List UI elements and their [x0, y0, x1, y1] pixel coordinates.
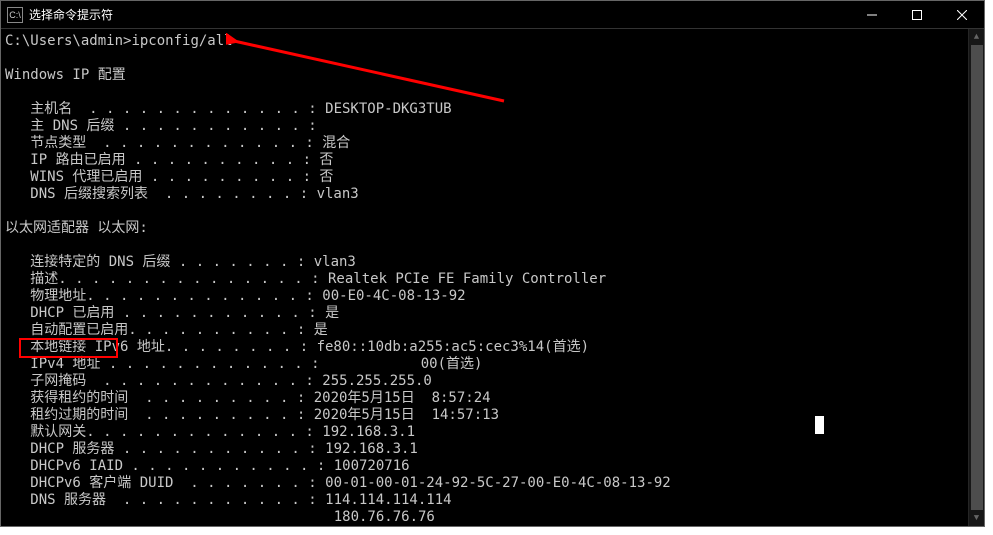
minimize-button[interactable]	[849, 1, 894, 28]
cmd-icon: C:\	[7, 7, 23, 23]
output-line: WINS 代理已启用 . . . . . . . . . : 否	[5, 169, 333, 185]
output-line: DHCPv6 客户端 DUID . . . . . . . : 00-01-00…	[5, 475, 671, 491]
command-text: ipconfig/all	[131, 33, 232, 49]
terminal-output[interactable]: C:\Users\admin>ipconfig/all Windows IP 配…	[1, 29, 984, 526]
scroll-up-arrow-icon[interactable]: ▲	[969, 29, 984, 45]
output-line: 连接特定的 DNS 后缀 . . . . . . . : vlan3	[5, 254, 356, 270]
output-line: 默认网关. . . . . . . . . . . . . : 192.168.…	[5, 424, 415, 440]
output-line: 以太网适配器 以太网:	[5, 220, 148, 236]
output-line: DHCPv6 IAID . . . . . . . . . . . : 1007…	[5, 458, 410, 474]
output-line: Windows IP 配置	[5, 67, 126, 83]
output-line: 描述. . . . . . . . . . . . . . . : Realte…	[5, 271, 606, 287]
titlebar[interactable]: C:\ 选择命令提示符	[1, 1, 984, 29]
output-line: 本地链接 IPv6 地址. . . . . . . . : fe80::10db…	[5, 339, 589, 355]
window-controls	[849, 1, 984, 28]
scrollbar-thumb[interactable]	[971, 45, 983, 510]
output-line: 180.76.76.76	[5, 509, 435, 525]
close-button[interactable]	[939, 1, 984, 28]
output-line: 节点类型 . . . . . . . . . . . . : 混合	[5, 135, 350, 151]
output-line: DNS 服务器 . . . . . . . . . . . : 114.114.…	[5, 492, 452, 508]
text-cursor	[815, 416, 824, 434]
window-title: 选择命令提示符	[29, 6, 849, 23]
output-line: 物理地址. . . . . . . . . . . . . : 00-E0-4C…	[5, 288, 466, 304]
output-line: DHCP 已启用 . . . . . . . . . . . : 是	[5, 305, 339, 321]
output-line: TCPIP 上的 NetBIOS . . . . . . . : 已启用	[5, 526, 370, 527]
scroll-down-arrow-icon[interactable]: ▼	[969, 510, 984, 526]
output-line: 自动配置已启用. . . . . . . . . . : 是	[5, 322, 328, 338]
output-line: DNS 后缀搜索列表 . . . . . . . . : vlan3	[5, 186, 359, 202]
output-line: 主机名 . . . . . . . . . . . . . : DESKTOP-…	[5, 101, 452, 117]
output-line: DHCP 服务器 . . . . . . . . . . . : 192.168…	[5, 441, 418, 457]
output-line-ipv4: IPv4 地址 . . . . . . . . . . . . : 00(首选)	[5, 356, 482, 372]
output-line: 获得租约的时间 . . . . . . . . . : 2020年5月15日 8…	[5, 390, 491, 406]
maximize-button[interactable]	[894, 1, 939, 28]
output-line: 主 DNS 后缀 . . . . . . . . . . . :	[5, 118, 317, 134]
vertical-scrollbar[interactable]: ▲ ▼	[968, 29, 984, 526]
command-prompt-window: C:\ 选择命令提示符 C:\Users\admin>ipconfig/all …	[0, 0, 985, 527]
output-line: 租约过期的时间 . . . . . . . . . : 2020年5月15日 1…	[5, 407, 499, 423]
output-line: 子网掩码 . . . . . . . . . . . . : 255.255.2…	[5, 373, 432, 389]
prompt-text: C:\Users\admin>	[5, 33, 131, 49]
output-line: IP 路由已启用 . . . . . . . . . . : 否	[5, 152, 333, 168]
